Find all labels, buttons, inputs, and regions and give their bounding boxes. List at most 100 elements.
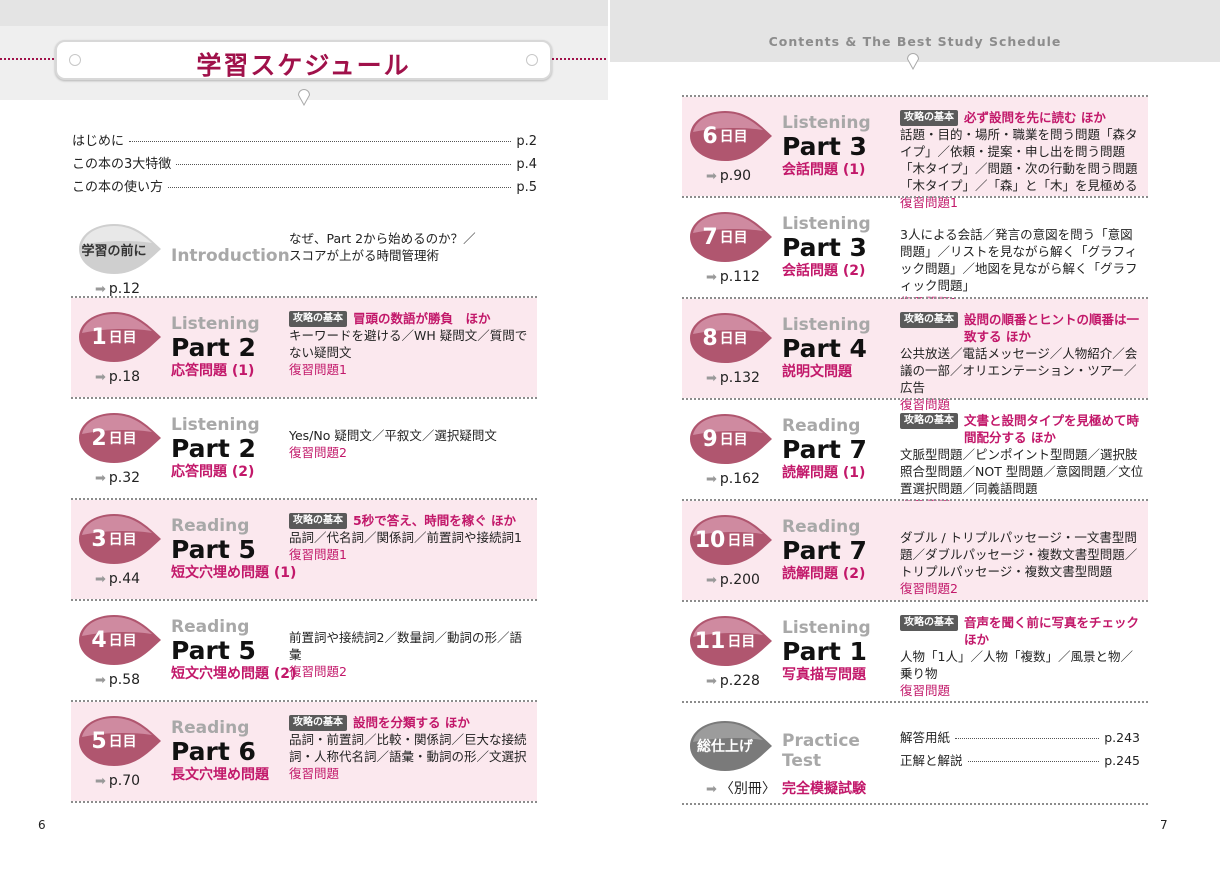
- page-number: 7: [1160, 818, 1168, 832]
- page-ref: ➡ 〈別冊〉: [706, 778, 776, 798]
- day-badge: 9 日目: [687, 413, 763, 465]
- section-sub: 会話問題 (2): [782, 263, 866, 279]
- intro-line: スコアが上がる時間管理術: [289, 248, 440, 263]
- section-sub: 読解問題 (2): [782, 566, 866, 582]
- review-link[interactable]: 復習問題2: [900, 580, 1145, 597]
- arrow-icon: ➡: [95, 370, 106, 385]
- section-kind: Listening: [171, 314, 260, 334]
- day-badge: 11 日目: [687, 615, 763, 667]
- section-part: Part 5: [171, 535, 256, 564]
- day-row[interactable]: 5 日目 ➡ p.70 Reading Part 6 長文穴埋め問題 攻略の基本 設問…: [71, 702, 537, 801]
- day-number: 6: [702, 123, 718, 149]
- right-page: Contents & The Best Study Schedule 6 日目 ➡…: [610, 0, 1220, 870]
- day-row[interactable]: 3 日目 ➡ p.44 Reading Part 5 短文穴埋め問題 (1) 攻略の…: [71, 500, 537, 599]
- day-row[interactable]: 9 日目 ➡ p.162 Reading Part 7 読解問題 (1) 攻略の基本…: [682, 400, 1148, 513]
- section-sub: 応答問題 (1): [171, 363, 255, 379]
- day-unit: 日目: [719, 230, 748, 246]
- tip-text: 設問を分類する ほか: [353, 715, 470, 730]
- section-info: Listening Part 3 会話問題 (2): [782, 214, 897, 281]
- section-sub: 短文穴埋め問題 (1): [171, 565, 297, 581]
- day-unit: 日目: [108, 330, 137, 346]
- toc-page: p.4: [516, 157, 537, 172]
- section-sub: 会話問題 (1): [782, 162, 866, 178]
- day-row[interactable]: 7 日目 ➡ p.112 Listening Part 3 会話問題 (2) 3人に…: [682, 198, 1148, 310]
- day-row[interactable]: 10 日目 ➡ p.200 Reading Part 7 読解問題 (2) ダブル …: [682, 501, 1148, 600]
- review-link[interactable]: 復習問題1: [289, 546, 534, 563]
- arrow-icon: ➡: [706, 573, 717, 588]
- toc-item[interactable]: 解答用紙 p.243: [900, 729, 1140, 752]
- page-ref-text: p.200: [719, 572, 760, 588]
- intro-badge: 学習の前に: [81, 243, 147, 259]
- tip-badge: 攻略の基本: [900, 615, 958, 631]
- final-badge: 総仕上げ: [697, 739, 753, 755]
- tip-line: 攻略の基本 必ず設問を先に読む ほか: [900, 109, 1145, 126]
- toc-item[interactable]: はじめに p.2: [72, 130, 537, 153]
- day-number: 4: [91, 627, 107, 653]
- day-drop: 1 日目: [76, 311, 162, 363]
- final-title: Practice Test: [782, 731, 860, 771]
- review-link[interactable]: 復習問題: [900, 682, 1145, 699]
- toc-list: はじめに p.2 この本の3大特徴 p.4 この本の使い方 p.5: [72, 130, 537, 199]
- toc-page: p.245: [1104, 753, 1140, 768]
- day-badge: 7 日目: [687, 211, 763, 263]
- day-badge: 3 日目: [76, 513, 152, 565]
- pin-icon: [906, 53, 920, 70]
- day-row[interactable]: 2 日目 ➡ p.32 Listening Part 2 応答問題 (2) Yes/…: [71, 399, 537, 498]
- toc-label: 正解と解説: [900, 753, 963, 768]
- section-info: Practice Test 完全模擬試験: [782, 731, 897, 799]
- section-kind: Listening: [782, 315, 871, 335]
- page-ref: ➡ p.200: [706, 572, 760, 588]
- review-link[interactable]: 復習問題1: [289, 361, 534, 378]
- toc-item[interactable]: 正解と解説 p.245: [900, 752, 1140, 775]
- day-row[interactable]: 4 日目 ➡ p.58 Reading Part 5 短文穴埋め問題 (2) 前置詞…: [71, 601, 537, 700]
- tip-text: 設問の順番とヒントの順番は一致する ほか: [964, 312, 1140, 344]
- day-desc: ダブル / トリプルパッセージ・一文書型問題／ダブルパッセージ・複数文書型問題／…: [900, 529, 1145, 597]
- page-ref-text: p.44: [108, 571, 141, 587]
- section-sub: 読解問題 (1): [782, 465, 866, 481]
- toc-item[interactable]: この本の3大特徴 p.4: [72, 153, 537, 176]
- section-part: Part 3: [782, 132, 867, 161]
- day-number: 5: [91, 728, 107, 754]
- day-desc: 攻略の基本 冒頭の数語が勝負 ほか キーワードを避ける／WH 疑問文／質問でない疑…: [289, 310, 534, 378]
- review-link[interactable]: 復習問題2: [289, 663, 534, 680]
- final-toc: 解答用紙 p.243 正解と解説 p.245: [900, 729, 1140, 775]
- review-link[interactable]: 復習問題: [289, 765, 534, 782]
- day-badge: 1 日目: [76, 311, 152, 363]
- section-info: Listening Part 3 会話問題 (1): [782, 113, 897, 180]
- review-link[interactable]: 復習問題2: [289, 444, 534, 461]
- tip-line: 攻略の基本 設問を分類する ほか: [289, 714, 534, 731]
- section-kind: Reading: [171, 718, 250, 738]
- section-kind: Listening: [782, 618, 871, 638]
- row-separator: [682, 701, 1148, 703]
- day-badge: 2 日目: [76, 412, 152, 464]
- toc-item[interactable]: この本の使い方 p.5: [72, 176, 537, 199]
- day-badge: 8 日目: [687, 312, 763, 364]
- leader-dots: [129, 141, 512, 142]
- section-info: Reading Part 7 読解問題 (1): [782, 416, 897, 483]
- arrow-icon: ➡: [706, 782, 717, 797]
- day-drop: 2 日目: [76, 412, 162, 464]
- day-row[interactable]: 6 日目 ➡ p.90 Listening Part 3 会話問題 (1) 攻略の基…: [682, 97, 1148, 210]
- intro-row[interactable]: 学習の前に ➡ p.12 Introduction なぜ、Part 2から始めるの…: [71, 210, 537, 297]
- arrow-icon: ➡: [706, 270, 717, 285]
- tip-badge: 攻略の基本: [289, 513, 347, 529]
- page-ref: ➡ p.44: [95, 571, 140, 587]
- day-row[interactable]: 11 日目 ➡ p.228 Listening Part 1 写真描写問題 攻略の基…: [682, 602, 1148, 701]
- section-info: Introduction: [171, 226, 290, 266]
- day-desc: 攻略の基本 音声を聞く前に写真をチェック ほか 人物「1人」／人物「複数」／風景と…: [900, 614, 1145, 699]
- section-part: Part 1: [782, 637, 867, 666]
- final-row[interactable]: 総仕上げ ➡ 〈別冊〉 Practice Test 完全模擬試験 解答用紙 p.2…: [682, 707, 1148, 803]
- toc-page: p.5: [516, 180, 537, 195]
- page-ref: ➡ p.70: [95, 773, 140, 789]
- tip-text: 音声を聞く前に写真をチェック ほか: [964, 615, 1140, 647]
- day-badge: 4 日目: [76, 614, 152, 666]
- toc-label: この本の使い方: [72, 180, 164, 195]
- tip-line: 攻略の基本 文書と設問タイプを見極めて時間配分する ほか: [900, 412, 1145, 446]
- intro-line: なぜ、Part 2から始めるのか？／: [289, 231, 476, 246]
- day-row[interactable]: 8 日目 ➡ p.132 Listening Part 4 説明文問題 攻略の基本設…: [682, 299, 1148, 412]
- day-row[interactable]: 1 日目 ➡ p.18 Listening Part 2 応答問題 (1) 攻略の基…: [71, 298, 537, 397]
- left-page: 学習スケジュール はじめに p.2 この本の3大特徴 p.4 この本の使い方 p…: [0, 0, 610, 870]
- page-ref: ➡ p.32: [95, 470, 140, 486]
- day-unit: 日目: [727, 634, 756, 650]
- page-ref: ➡ p.90: [706, 168, 751, 184]
